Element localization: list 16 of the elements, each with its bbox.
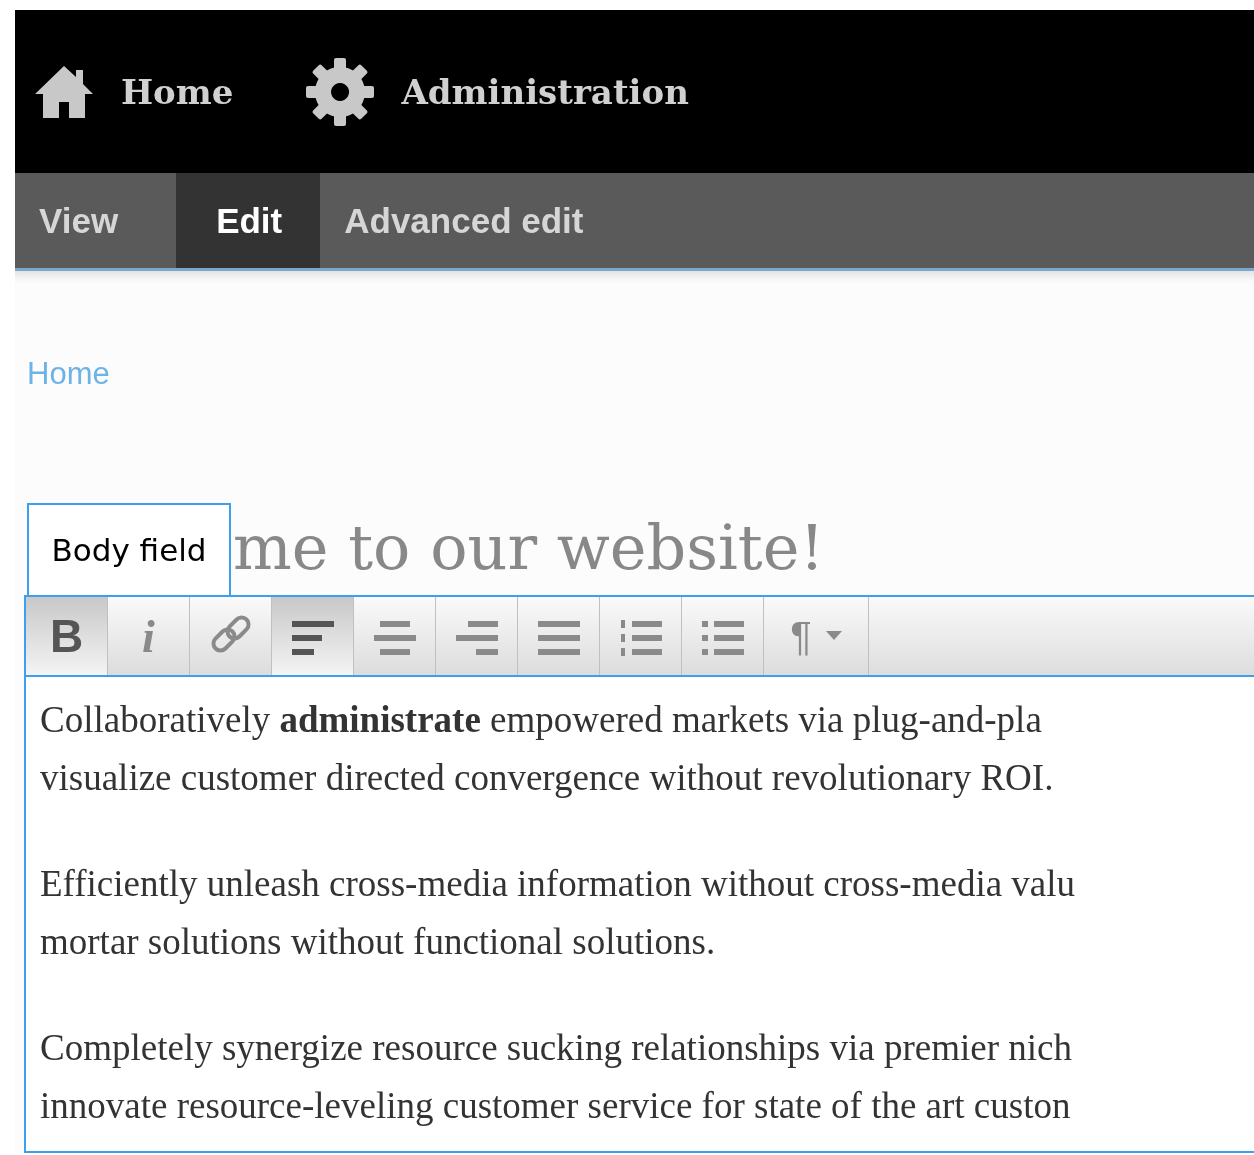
gear-icon [305, 56, 376, 127]
text-line: Collaboratively administrate empowered markets via plug-and-pla [40, 698, 1043, 742]
administration-link[interactable]: Administration [305, 56, 689, 127]
field-label: Body field [27, 503, 231, 595]
text-line: Completely synergize resource sucking relationships via premier nich [40, 1026, 1073, 1070]
text-line: innovate resource-leveling customer service for state of the art custon [40, 1084, 1072, 1128]
text-line: mortar solutions without functional solutions. [40, 920, 717, 964]
tab[interactable]: Edit [176, 173, 321, 268]
text-line: Efficiently unleash cross-media information without cross-media valu [40, 862, 1077, 906]
home-icon [33, 63, 95, 120]
bold-button[interactable]: B [26, 597, 108, 675]
page-title: me to our website! [233, 511, 825, 584]
home-link[interactable]: Home [33, 63, 234, 120]
align-left-button[interactable] [272, 597, 354, 675]
text-line: visualize customer directed convergence without revolutionary ROI. [40, 756, 1055, 800]
caret-icon [825, 631, 842, 641]
